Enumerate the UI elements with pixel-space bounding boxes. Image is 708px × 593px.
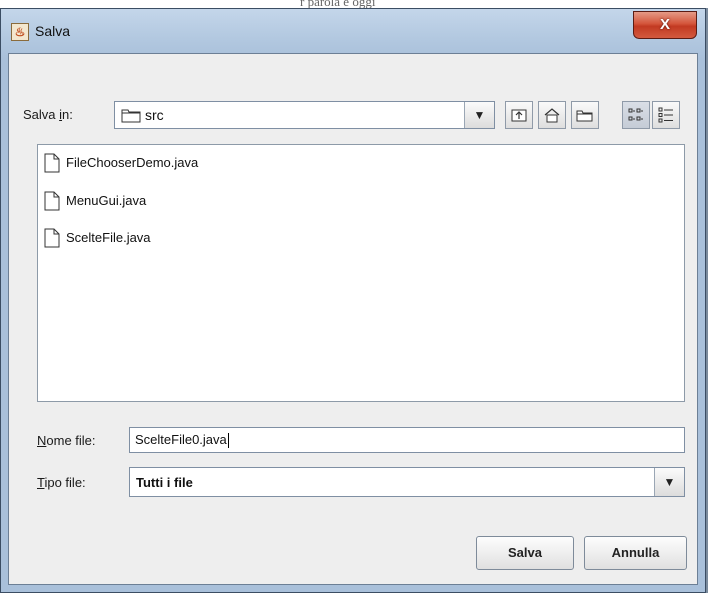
new-folder-icon: [576, 110, 593, 122]
filename-value: ScelteFile0.java: [135, 432, 227, 447]
details-view-button[interactable]: [652, 101, 680, 129]
filetype-combo[interactable]: Tutti i file ▼: [129, 467, 685, 497]
details-view-icon: [658, 107, 673, 123]
filetype-label: Tipo file:: [37, 475, 86, 490]
file-name: ScelteFile.java: [66, 230, 151, 245]
list-view-icon: [628, 108, 643, 121]
file-name: MenuGui.java: [66, 193, 147, 208]
chevron-down-icon: ▼: [663, 475, 676, 489]
close-button[interactable]: X: [633, 11, 697, 39]
save-in-value: src: [145, 107, 164, 123]
folder-icon: [121, 109, 141, 123]
up-folder-icon: [511, 109, 527, 122]
filename-input[interactable]: ScelteFile0.java: [129, 427, 685, 453]
file-chooser-panel: Salva in: src ▼ FileChooserDemo.java Men…: [8, 53, 698, 585]
home-button[interactable]: [538, 101, 566, 129]
file-list[interactable]: FileChooserDemo.java MenuGui.java Scelte…: [37, 144, 685, 402]
save-in-dropdown-button[interactable]: ▼: [464, 102, 494, 128]
java-cup-icon: ♨: [11, 23, 29, 41]
list-view-button[interactable]: [622, 101, 650, 129]
home-icon: [544, 108, 560, 123]
save-dialog: ♨ Salva X Salva in: src ▼ FileChooserDem…: [0, 8, 706, 593]
filetype-value: Tutti i file: [136, 475, 193, 490]
save-button[interactable]: Salva: [476, 536, 574, 570]
file-icon: [44, 153, 60, 173]
save-in-label: Salva in:: [23, 107, 73, 122]
text-caret: [227, 433, 229, 449]
cancel-button[interactable]: Annulla: [584, 536, 687, 570]
chevron-down-icon: ▼: [473, 108, 486, 122]
filetype-dropdown-button[interactable]: ▼: [654, 468, 684, 496]
background-text: r parola e oggi: [300, 0, 376, 8]
file-icon: [44, 191, 60, 211]
file-name: FileChooserDemo.java: [66, 155, 199, 170]
title-bar[interactable]: ♨ Salva X: [1, 9, 705, 55]
window-title: Salva: [35, 23, 71, 39]
up-folder-button[interactable]: [505, 101, 533, 129]
save-in-combo[interactable]: src ▼: [114, 101, 495, 129]
file-icon: [44, 228, 60, 248]
filename-label: Nome file:: [37, 433, 96, 448]
new-folder-button[interactable]: [571, 101, 599, 129]
background-window-strip: r parola e oggi: [0, 0, 708, 8]
